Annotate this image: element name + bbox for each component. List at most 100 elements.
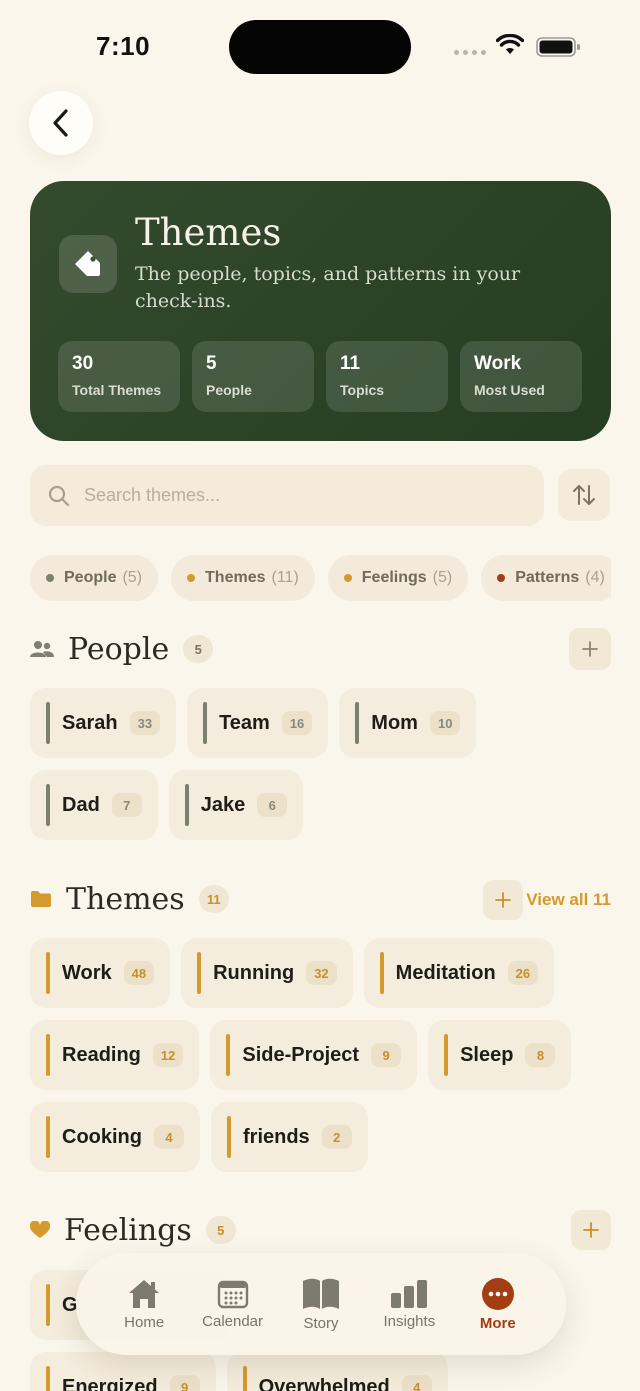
section-count: 5 (205, 1216, 236, 1244)
tag-work[interactable]: Work 48 (30, 938, 171, 1008)
stat-value: 30 (72, 353, 94, 374)
tag-count: 10 (429, 711, 461, 735)
tag-count: 2 (321, 1125, 352, 1149)
tag-name: Cooking (62, 1125, 142, 1148)
tag-count: 6 (257, 793, 288, 817)
sort-button[interactable] (558, 469, 610, 521)
chip-label: Themes (205, 569, 266, 586)
tag-name: Reading (62, 1043, 141, 1066)
stat-value: Work (474, 353, 522, 374)
color-bar (379, 952, 384, 994)
tab-insights[interactable]: Insights (369, 1279, 449, 1330)
tag-name: Meditation (395, 961, 496, 984)
tag-reading[interactable]: Reading 12 (30, 1020, 200, 1090)
tag-sleep[interactable]: Sleep 8 (428, 1020, 572, 1090)
color-bar (203, 702, 208, 744)
color-bar (46, 784, 50, 826)
tag-overwhelmed[interactable]: Overwhelmed 4 (226, 1352, 448, 1391)
tab-label: More (479, 1314, 516, 1332)
tag-running[interactable]: Running 32 (181, 938, 353, 1008)
color-bar (184, 784, 189, 826)
add-theme-button[interactable] (483, 880, 523, 920)
tag-count: 7 (111, 793, 142, 817)
tag-count: 16 (281, 711, 313, 735)
themes-summary-card: Themes The people, topics, and patterns … (30, 181, 611, 441)
stat-label: Total Themes (72, 382, 162, 398)
color-bar (226, 1034, 231, 1076)
more-icon (481, 1277, 514, 1310)
color-bar (242, 1366, 247, 1391)
stat-label: Most Used (474, 382, 545, 398)
stat-value: 11 (340, 353, 361, 374)
color-dot (46, 574, 54, 582)
tag-count: 26 (507, 961, 539, 985)
book-icon (302, 1278, 339, 1309)
tag-jake[interactable]: Jake 6 (168, 770, 304, 840)
tag-mom[interactable]: Mom 10 (339, 688, 477, 758)
stat-value: 5 (206, 353, 217, 374)
add-feeling-button[interactable] (571, 1210, 611, 1250)
tab-label: Home (124, 1313, 165, 1331)
filter-chip-feelings[interactable]: Feelings (5) (327, 555, 469, 601)
tag-count: 32 (306, 961, 337, 985)
tag-count: 33 (129, 711, 161, 735)
tag-icon (59, 235, 117, 293)
tag-name: Work (62, 961, 112, 984)
tab-story[interactable]: Story (281, 1277, 361, 1332)
tag-team[interactable]: Team 16 (187, 688, 329, 758)
tag-count: 4 (401, 1375, 432, 1391)
feelings-section-header: Feelings 5 (30, 1208, 611, 1252)
tag-dad[interactable]: Dad 7 (30, 770, 158, 840)
view-all-themes-link[interactable]: View all 11 (526, 890, 611, 910)
dynamic-island (229, 20, 411, 74)
themes-section-header: Themes 11 View all 11 (30, 877, 611, 921)
chip-label: Patterns (515, 569, 580, 586)
tag-name: Sleep (460, 1043, 514, 1066)
tag-count: 4 (154, 1125, 184, 1149)
status-time: 7:10 (96, 31, 151, 61)
plus-icon (583, 1222, 599, 1238)
tag-name: Jake (200, 793, 246, 816)
add-person-button[interactable] (569, 628, 611, 670)
tag-name: Sarah (62, 711, 118, 734)
tag-name: Dad (62, 793, 100, 816)
stat-most-used: Work Most Used (460, 341, 582, 412)
page-subtitle: The people, topics, and patterns in your… (135, 263, 521, 312)
filter-chips: People (5) Themes (11) Feelings (5) Patt… (30, 555, 611, 601)
tab-home[interactable]: Home (104, 1278, 184, 1331)
search-icon (48, 485, 70, 506)
bar-chart-icon (391, 1279, 428, 1308)
stat-label: People (206, 382, 252, 398)
chip-count: (5) (432, 569, 453, 586)
tab-bar: Home Calendar Story Insights More (76, 1253, 566, 1355)
tag-name: Team (219, 711, 270, 734)
tag-name: friends (243, 1125, 310, 1148)
back-button[interactable] (29, 91, 93, 155)
filter-chip-patterns[interactable]: Patterns (4) (481, 555, 611, 601)
battery-icon (536, 37, 580, 57)
tab-label: Insights (383, 1312, 436, 1330)
tag-side-project[interactable]: Side-Project 9 (210, 1020, 418, 1090)
tag-count: 48 (123, 961, 155, 985)
chevron-left-icon (53, 109, 68, 137)
chip-count: (4) (585, 569, 605, 586)
filter-chip-people[interactable]: People (5) (30, 555, 159, 601)
tab-calendar[interactable]: Calendar (193, 1279, 273, 1330)
heart-icon (30, 1221, 50, 1238)
color-bar (227, 1116, 231, 1158)
tag-meditation[interactable]: Meditation 26 (363, 938, 555, 1008)
color-bar (355, 702, 360, 744)
color-bar (46, 1284, 50, 1326)
sort-arrows-icon (573, 485, 595, 505)
wifi-icon (496, 34, 524, 54)
search-input[interactable] (84, 485, 504, 506)
tag-sarah[interactable]: Sarah 33 (30, 688, 177, 758)
filter-chip-themes[interactable]: Themes (11) (171, 555, 315, 601)
color-dot (497, 574, 506, 582)
color-bar (46, 702, 50, 744)
tag-cooking[interactable]: Cooking 4 (30, 1102, 200, 1172)
tag-energized[interactable]: Energized 9 (30, 1352, 216, 1391)
tag-friends[interactable]: friends 2 (211, 1102, 368, 1172)
tab-more[interactable]: More (458, 1277, 538, 1332)
color-bar (197, 952, 202, 994)
